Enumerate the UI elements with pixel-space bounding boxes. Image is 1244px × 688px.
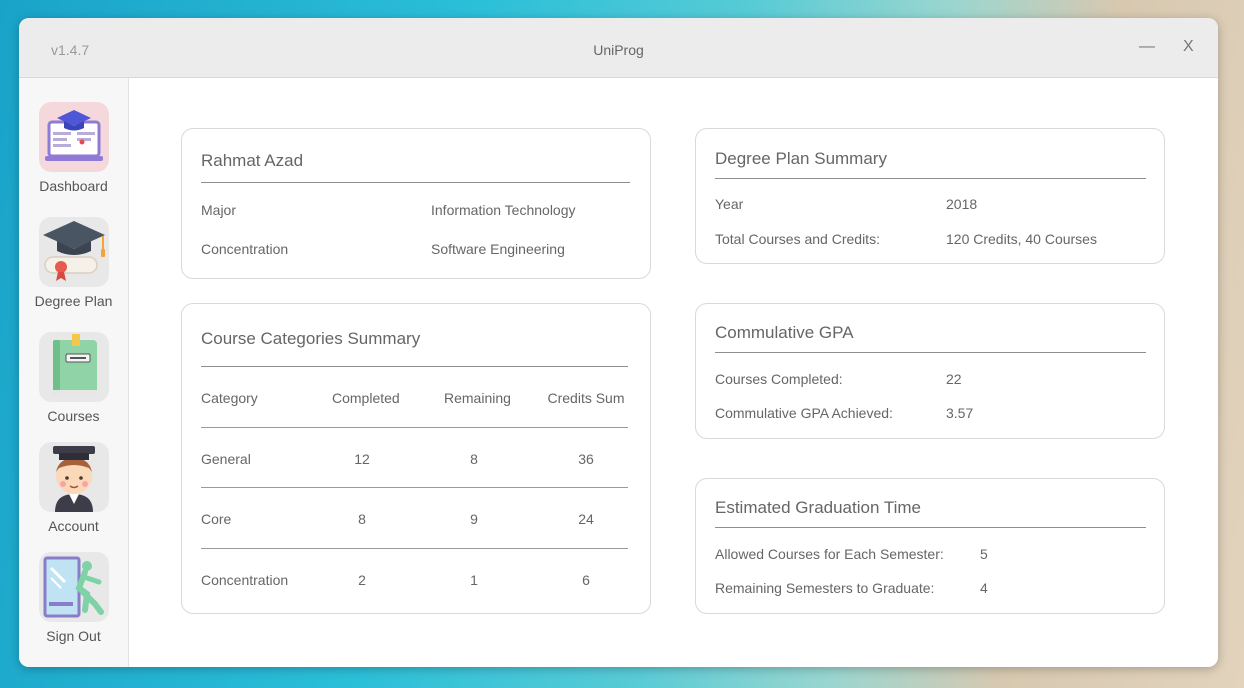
major-value: Information Technology	[431, 202, 576, 218]
remaining-semesters-value: 4	[980, 580, 988, 596]
year-value: 2018	[946, 196, 978, 212]
sidebar-item-label: Degree Plan	[34, 293, 113, 309]
gpa-label: Commulative GPA Achieved:	[715, 405, 893, 421]
courses-completed-value: 22	[946, 371, 962, 387]
column-header: Credits Sum	[547, 390, 625, 406]
window-title: UniProg	[593, 42, 644, 58]
divider	[201, 427, 628, 428]
allowed-courses-label: Allowed Courses for Each Semester:	[715, 546, 944, 562]
profile-card: Rahmat Azad Major Information Technology…	[181, 128, 651, 279]
divider	[201, 182, 630, 183]
divider	[201, 548, 628, 549]
exit-door-icon	[38, 552, 109, 622]
sidebar-item-account[interactable]: Account	[19, 442, 128, 534]
minimize-button[interactable]: —	[1139, 38, 1155, 56]
app-window: v1.4.7 UniProg — X Dashboard Degree Plan…	[19, 18, 1218, 667]
card-title: Degree Plan Summary	[715, 149, 887, 168]
credits-cell: 6	[582, 572, 590, 588]
student-avatar-icon	[38, 442, 109, 512]
column-header: Completed	[332, 390, 400, 406]
course-categories-card: Course Categories Summary Category Compl…	[181, 303, 651, 614]
category-cell: Core	[201, 511, 232, 527]
sidebar-item-label: Sign Out	[46, 628, 101, 644]
sidebar-item-label: Account	[48, 518, 99, 534]
divider	[715, 352, 1146, 353]
card-title: Commulative GPA	[715, 323, 854, 342]
concentration-label: Concentration	[201, 241, 289, 257]
student-name: Rahmat Azad	[201, 151, 304, 170]
completed-cell: 2	[358, 572, 366, 588]
credits-cell: 36	[578, 451, 594, 467]
gpa-card: Commulative GPA Courses Completed: 22 Co…	[695, 303, 1165, 439]
sidebar-item-degree-plan[interactable]: Degree Plan	[19, 217, 128, 309]
graduation-card: Estimated Graduation Time Allowed Course…	[695, 478, 1165, 614]
sidebar-item-courses[interactable]: Courses	[19, 332, 128, 424]
dashboard-icon	[38, 102, 109, 172]
sidebar-item-dashboard[interactable]: Dashboard	[19, 102, 128, 194]
year-label: Year	[715, 196, 744, 212]
close-button[interactable]: X	[1183, 38, 1194, 56]
card-title: Estimated Graduation Time	[715, 498, 921, 517]
degree-plan-card: Degree Plan Summary Year 2018 Total Cour…	[695, 128, 1165, 264]
column-header: Category	[201, 390, 258, 406]
divider	[715, 178, 1146, 179]
remaining-cell: 9	[470, 511, 478, 527]
book-icon	[38, 332, 109, 402]
category-cell: General	[201, 451, 251, 467]
major-label: Major	[201, 202, 237, 218]
sidebar-item-sign-out[interactable]: Sign Out	[19, 552, 128, 644]
sidebar-item-label: Courses	[47, 408, 100, 424]
divider	[201, 487, 628, 488]
card-title: Course Categories Summary	[201, 329, 421, 348]
category-cell: Concentration	[201, 572, 289, 588]
remaining-semesters-label: Remaining Semesters to Graduate:	[715, 580, 935, 596]
sidebar: Dashboard Degree Plan Courses Account Si…	[19, 78, 129, 667]
gpa-value: 3.57	[946, 405, 974, 421]
courses-completed-label: Courses Completed:	[715, 371, 843, 387]
completed-cell: 8	[358, 511, 366, 527]
remaining-cell: 1	[470, 572, 478, 588]
allowed-courses-value: 5	[980, 546, 988, 562]
credits-cell: 24	[578, 511, 594, 527]
completed-cell: 12	[354, 451, 370, 467]
graduation-cap-icon	[38, 217, 109, 287]
remaining-cell: 8	[470, 451, 478, 467]
title-bar: v1.4.7 UniProg — X	[19, 18, 1218, 78]
total-credits-label: Total Courses and Credits:	[715, 231, 880, 247]
sidebar-item-label: Dashboard	[39, 178, 108, 194]
column-header: Remaining	[444, 390, 511, 406]
concentration-value: Software Engineering	[431, 241, 565, 257]
total-credits-value: 120 Credits, 40 Courses	[946, 231, 1097, 247]
divider	[715, 527, 1146, 528]
divider	[201, 366, 628, 367]
